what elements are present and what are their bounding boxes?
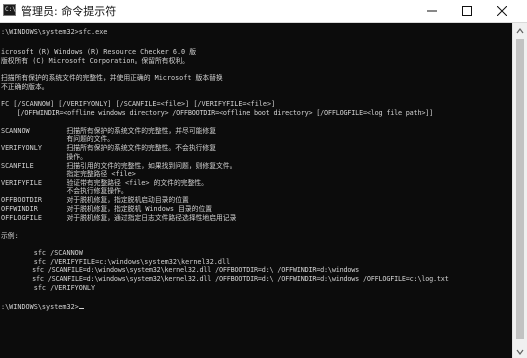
console-line: 示例: bbox=[1, 232, 19, 240]
prompt-text: :\WINDOWS\system32> bbox=[1, 303, 79, 311]
console-line: OFFLOGFILE 对于脱机修复，通过指定日志文件路径选择性地启用记录 bbox=[1, 214, 237, 222]
console-line: FC [/SCANNOW] [/VERIFYONLY] [/SCANFILE=<… bbox=[1, 100, 276, 108]
scroll-down-button[interactable] bbox=[513, 344, 527, 358]
close-button[interactable] bbox=[487, 0, 517, 22]
minimize-icon bbox=[427, 10, 437, 12]
console-prompt[interactable]: :\WINDOWS\system32> bbox=[1, 303, 84, 312]
console-line: sfc /SCANNOW bbox=[1, 249, 83, 257]
console-line: 扫描所有保护的系统文件的完整性，并使用正确的 Microsoft 版本替换 bbox=[1, 74, 223, 82]
chevron-down-icon bbox=[516, 349, 524, 355]
window-title: 管理员: 命令提示符 bbox=[21, 5, 117, 18]
vertical-scrollbar[interactable] bbox=[512, 23, 527, 358]
console-line: 不正确的版本。 bbox=[1, 83, 49, 91]
console-line: :\WINDOWS\system32>sfc.exe bbox=[1, 28, 108, 36]
command-prompt-icon: C:\ bbox=[3, 4, 16, 16]
title-bar[interactable]: C:\ 管理员: 命令提示符 bbox=[0, 0, 527, 23]
console-line: 有问题的文件。 bbox=[1, 135, 115, 143]
close-icon bbox=[497, 6, 507, 16]
console-line: OFFBOOTDIR 对于脱机修复，指定脱机启动目录的位置 bbox=[1, 196, 189, 204]
console-line: OFFWINDIR 对于脱机修复，指定脱机 Windows 目录的位置 bbox=[1, 205, 213, 213]
console-line: 不会执行修复操作。 bbox=[1, 187, 128, 195]
minimize-button[interactable] bbox=[417, 0, 447, 22]
console-line: sfc /VERIFYONLY bbox=[1, 284, 96, 292]
console-line: sfc /SCANFILE=d:\windows\system32\kernel… bbox=[1, 266, 360, 274]
console-line: sfc /SCANFILE=d:\windows\system32\kernel… bbox=[1, 275, 449, 283]
console-line: 指定完整路径 <file> bbox=[1, 170, 136, 178]
console-line: VERIFYONLY 扫描所有保护的系统文件的完整性。不会执行修复 bbox=[1, 144, 217, 152]
scroll-thumb[interactable] bbox=[516, 39, 524, 339]
text-cursor bbox=[78, 308, 84, 309]
console-output[interactable]: :\WINDOWS\system32>sfc.exe icrosoft (R) … bbox=[0, 23, 512, 358]
maximize-button[interactable] bbox=[452, 0, 482, 22]
command-prompt-window: C:\ 管理员: 命令提示符 :\WINDOWS\system32>sfc.ex… bbox=[0, 0, 527, 358]
console-line: 操作。 bbox=[1, 153, 87, 161]
console-line: 版权所有 (C) Microsoft Corporation。保留所有权利。 bbox=[1, 57, 189, 65]
scroll-up-button[interactable] bbox=[513, 23, 527, 37]
maximize-icon bbox=[462, 6, 472, 16]
console-line: [/OFFWINDIR=<offline windows directory> … bbox=[1, 109, 434, 117]
chevron-up-icon bbox=[516, 28, 524, 34]
console-line: icrosoft (R) Windows (R) Resource Checke… bbox=[1, 48, 197, 56]
